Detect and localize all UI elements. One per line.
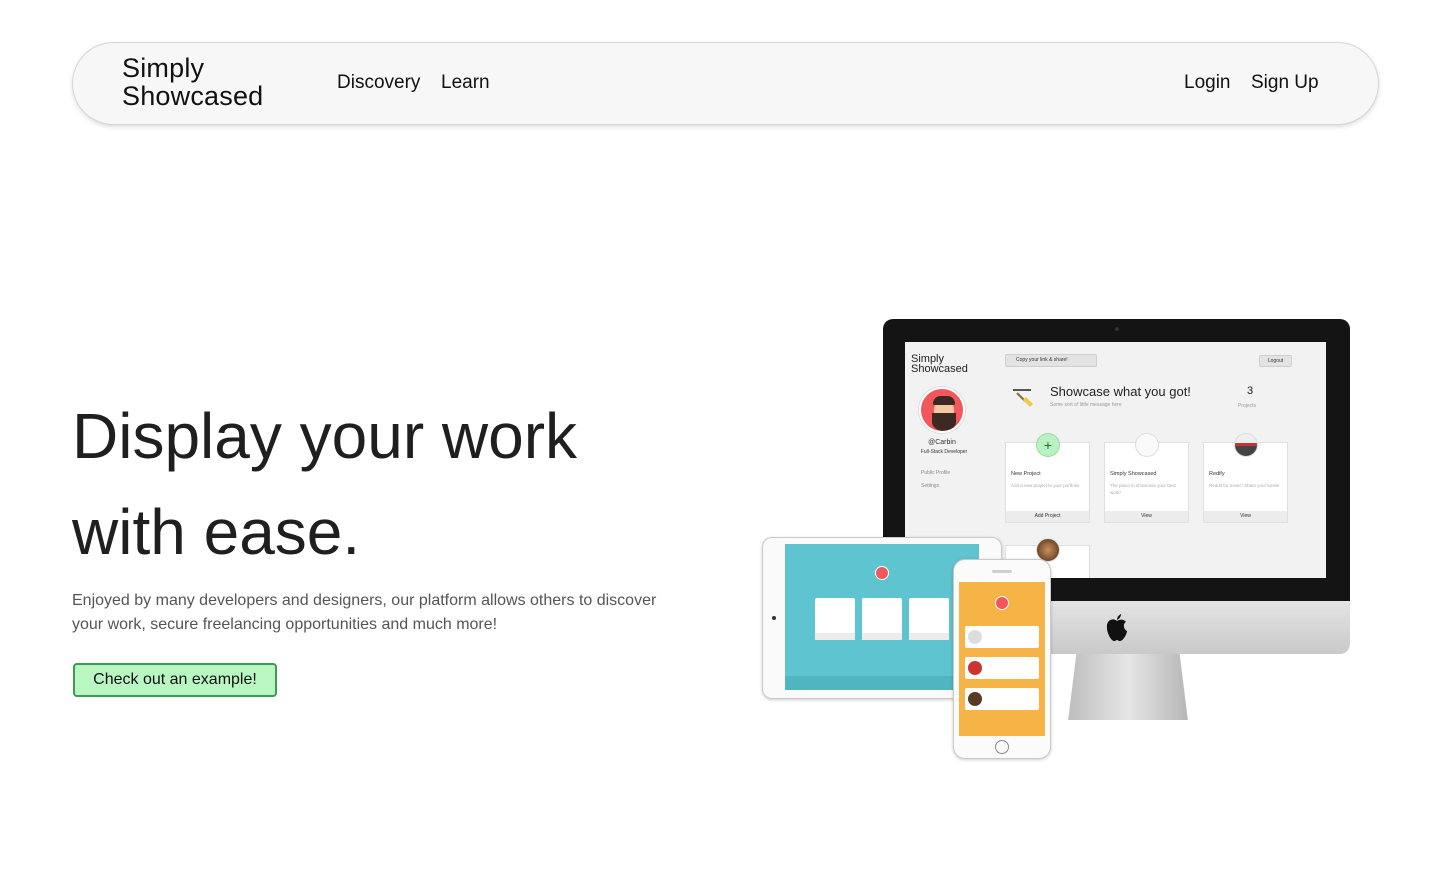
avatar-beard — [932, 413, 956, 431]
nav-link-discovery[interactable]: Discovery — [337, 72, 420, 94]
imac-stand — [1068, 654, 1188, 720]
nav-link-learn[interactable]: Learn — [441, 72, 490, 94]
mockup-card-new-project: + New Project Add a new project to your … — [1005, 433, 1090, 523]
mockup-card-title: Redify — [1209, 471, 1225, 477]
phone-card — [965, 626, 1039, 648]
mockup-project-count: 3 — [1247, 385, 1254, 397]
mockup-headline: Showcase what you got! — [1050, 384, 1191, 399]
mockup-copy-link: Copy your link & share! — [1005, 354, 1097, 367]
mockup-card-button: Add Project — [1006, 511, 1089, 522]
broom-icon — [1013, 389, 1033, 407]
mockup-card-simply-showcased: Simply Showcased The place to showcase y… — [1104, 433, 1189, 523]
mockup-subline: Some sort of little message here — [1050, 402, 1122, 408]
mockup-logo-line-2: Showcased — [911, 363, 968, 375]
tablet-card-button — [909, 633, 949, 640]
login-link[interactable]: Login — [1184, 72, 1231, 94]
signup-link[interactable]: Sign Up — [1251, 72, 1319, 94]
mockup-avatar — [919, 387, 965, 433]
tablet-card — [862, 598, 902, 640]
hero-title-line-2: with ease. — [72, 496, 361, 568]
mockup-card-desc: Add a new project to your portfolio — [1011, 483, 1080, 488]
logo-line-1: Simply — [122, 53, 205, 83]
logo-line-2: Showcased — [122, 81, 264, 111]
mockup-card-title: New Project — [1011, 471, 1041, 477]
mockup-card-redify: Redify Reddit for music! Share your tune… — [1203, 433, 1288, 523]
tablet-screen — [785, 544, 979, 690]
mockup-side-settings: Settings — [921, 483, 940, 489]
phone-card — [965, 657, 1039, 679]
tablet-footer — [785, 676, 979, 690]
camera-dot — [1115, 327, 1119, 331]
project-thumbnail — [1234, 433, 1258, 457]
avatar-hair — [933, 396, 955, 405]
mockup-logo: Simply Showcased — [911, 354, 968, 375]
mockup-card-button: View — [1105, 511, 1188, 522]
hero-title: Display your work with ease. — [72, 388, 712, 580]
phone-speaker — [992, 570, 1012, 573]
phone-card-thumbnail — [968, 692, 982, 706]
tablet-home-button — [772, 616, 776, 620]
tablet-card-button — [815, 633, 855, 640]
site-logo[interactable]: Simply Showcased — [122, 54, 282, 110]
phone-home-button — [995, 740, 1009, 754]
mockup-role: Full-Stack Developer — [920, 449, 968, 455]
navbar: Simply Showcased Discovery Learn Login S… — [73, 43, 1378, 124]
phone-card — [965, 688, 1039, 710]
mockup-side-public-profile: Public Profile — [921, 470, 951, 476]
mockup-card-desc: Reddit for music! Share your tunes! — [1209, 483, 1280, 488]
mockup-logout: Logout — [1259, 355, 1292, 367]
project-thumbnail — [1135, 433, 1159, 457]
apple-logo-icon — [1106, 614, 1127, 641]
hero-subtitle: Enjoyed by many developers and designers… — [72, 592, 657, 633]
phone-screen — [959, 582, 1045, 736]
tablet-card-button — [862, 633, 902, 640]
phone-avatar — [995, 596, 1009, 610]
example-cta-button[interactable]: Check out an example! — [73, 663, 277, 697]
device-mockup-image: Simply Showcased Copy your link & share!… — [760, 318, 1352, 762]
mockup-card-title: Simply Showcased — [1110, 471, 1157, 477]
tablet-card — [909, 598, 949, 640]
phone-device — [953, 559, 1051, 759]
hero-title-line-1: Display your work — [72, 400, 578, 472]
tablet-card — [815, 598, 855, 640]
plus-icon: + — [1036, 433, 1060, 457]
phone-card-thumbnail — [968, 630, 982, 644]
mockup-count-label: Projects — [1238, 403, 1257, 409]
mockup-handle: @Carbin — [928, 439, 956, 446]
tablet-avatar — [875, 566, 889, 580]
mockup-card-button: View — [1204, 511, 1287, 522]
phone-card-thumbnail — [968, 661, 982, 675]
mockup-card-desc: The place to showcase your best work! — [1110, 483, 1176, 495]
